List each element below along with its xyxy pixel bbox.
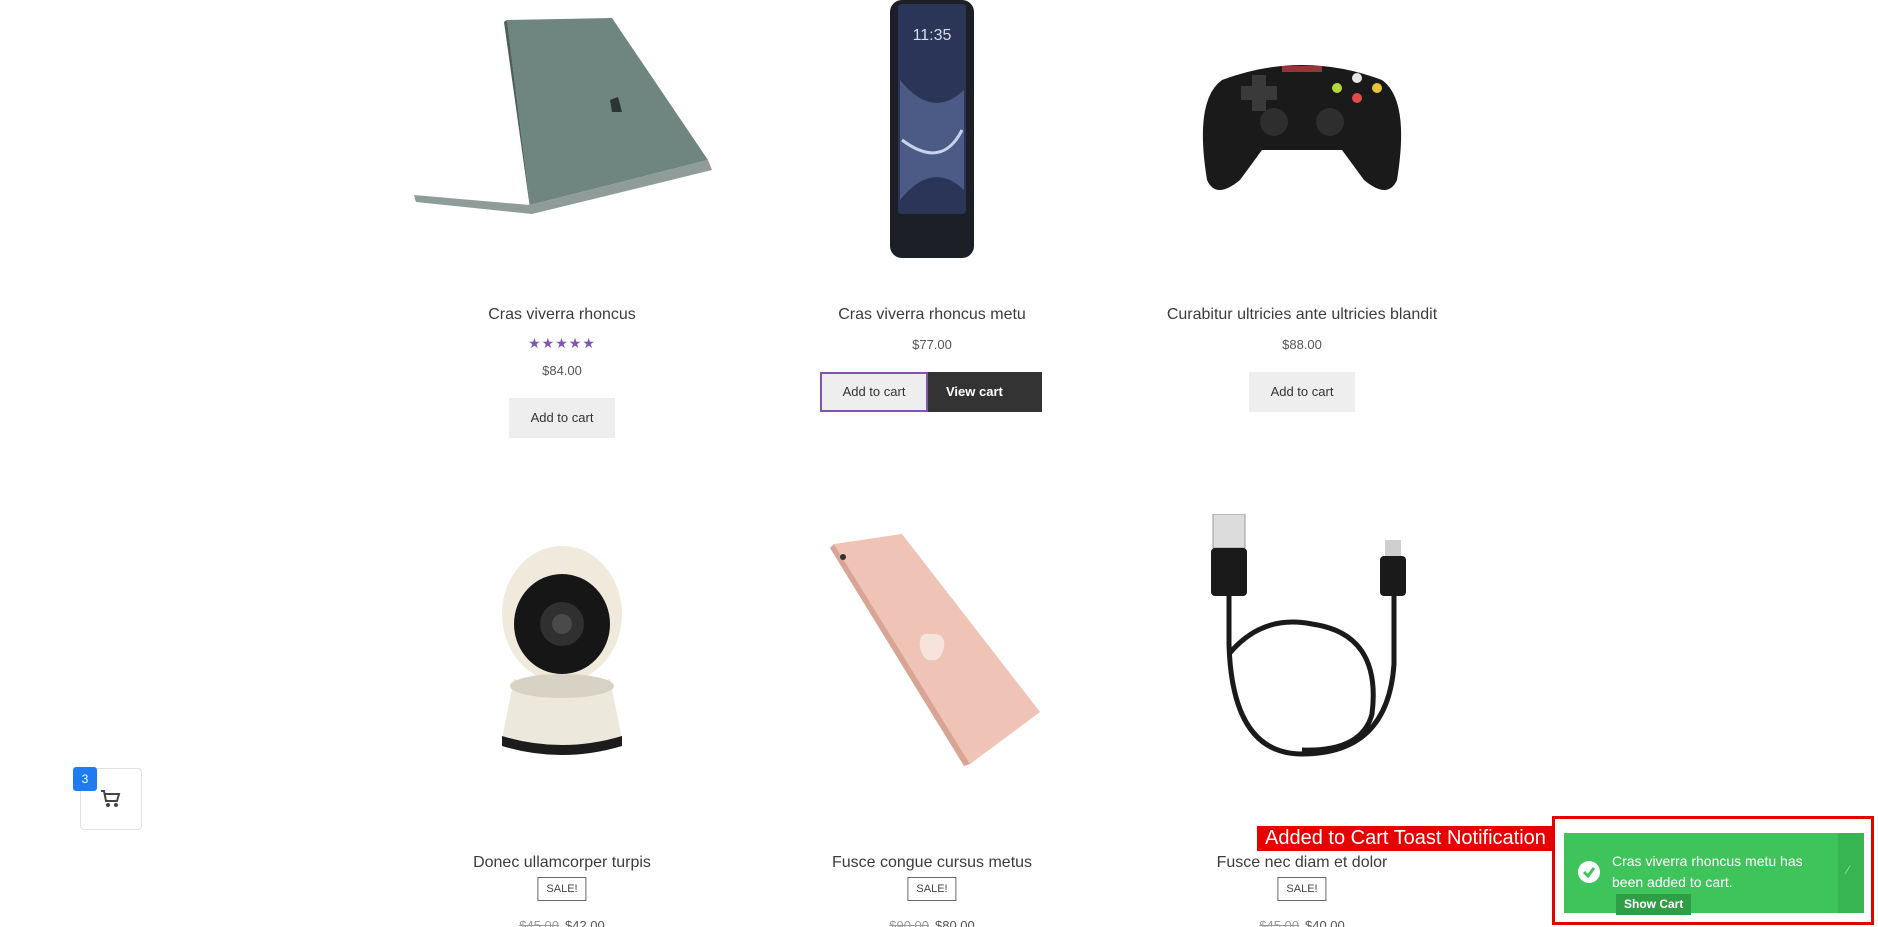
usb-cable-image[interactable]: [1152, 514, 1452, 794]
product-price: $90.00 $80.00: [782, 918, 1082, 927]
arrow-right-icon: ⟶: [952, 424, 971, 439]
tablet-image[interactable]: [782, 514, 1082, 794]
laptop-image[interactable]: [412, 0, 712, 280]
product-price: $88.00: [1282, 337, 1322, 352]
sale-badge: SALE!: [1277, 877, 1327, 901]
product-title[interactable]: Donec ullamcorper turpis: [412, 854, 712, 872]
add-to-cart-button[interactable]: Add to cart: [1249, 372, 1355, 412]
cart-count-badge: 3: [73, 767, 97, 791]
svg-text:11:35: 11:35: [913, 27, 952, 44]
product-price: $84.00: [542, 363, 582, 378]
check-circle-icon: [1578, 861, 1600, 883]
product-price: $45.00 $40.00: [1152, 918, 1452, 927]
old-price: $45.00: [519, 918, 559, 927]
sale-price: $40.00: [1305, 918, 1345, 927]
product-price: $45.00 $42.00: [412, 918, 712, 927]
product-title[interactable]: Fusce congue cursus metus: [782, 854, 1082, 872]
toast-annotation-label: Added to Cart Toast Notification: [1257, 826, 1554, 851]
toast-close-area[interactable]: ⁄: [1838, 833, 1864, 913]
product-title[interactable]: Cras viverra rhoncus: [412, 306, 712, 324]
gamepad-image[interactable]: [1152, 0, 1452, 280]
product-price: $77.00: [912, 337, 952, 352]
old-price: $45.00: [1259, 918, 1299, 927]
toast-message: Cras viverra rhoncus metu has been added…: [1612, 851, 1812, 915]
old-price: $90.00: [889, 918, 929, 927]
show-cart-button[interactable]: Show Cart: [1616, 894, 1692, 915]
add-to-cart-button[interactable]: Add to cart: [509, 398, 615, 438]
toast-highlight-box: Cras viverra rhoncus metu has been added…: [1552, 816, 1874, 925]
phone-image[interactable]: 11:35: [782, 0, 1082, 280]
floating-cart-button[interactable]: 3: [73, 767, 142, 830]
cart-icon: [101, 790, 121, 807]
view-cart-button[interactable]: View cart ⟶: [928, 372, 1042, 439]
view-cart-label: View cart: [946, 384, 1003, 399]
sale-price: $42.00: [565, 918, 605, 927]
added-to-cart-toast: Cras viverra rhoncus metu has been added…: [1564, 833, 1864, 915]
close-icon: ⁄: [1847, 863, 1850, 877]
toast-message-text: Cras viverra rhoncus metu has been added…: [1612, 853, 1803, 890]
sale-badge: SALE!: [537, 877, 587, 901]
sale-price: $80.00: [935, 918, 975, 927]
product-title[interactable]: Cras viverra rhoncus metu: [782, 306, 1082, 324]
add-to-cart-button[interactable]: Add to cart: [820, 372, 928, 412]
camera-image[interactable]: [412, 514, 712, 794]
sale-badge: SALE!: [907, 877, 957, 901]
star-rating: ★★★★★: [528, 335, 596, 351]
product-title[interactable]: Curabitur ultricies ante ultricies bland…: [1152, 306, 1452, 324]
product-title[interactable]: Fusce nec diam et dolor: [1152, 854, 1452, 872]
